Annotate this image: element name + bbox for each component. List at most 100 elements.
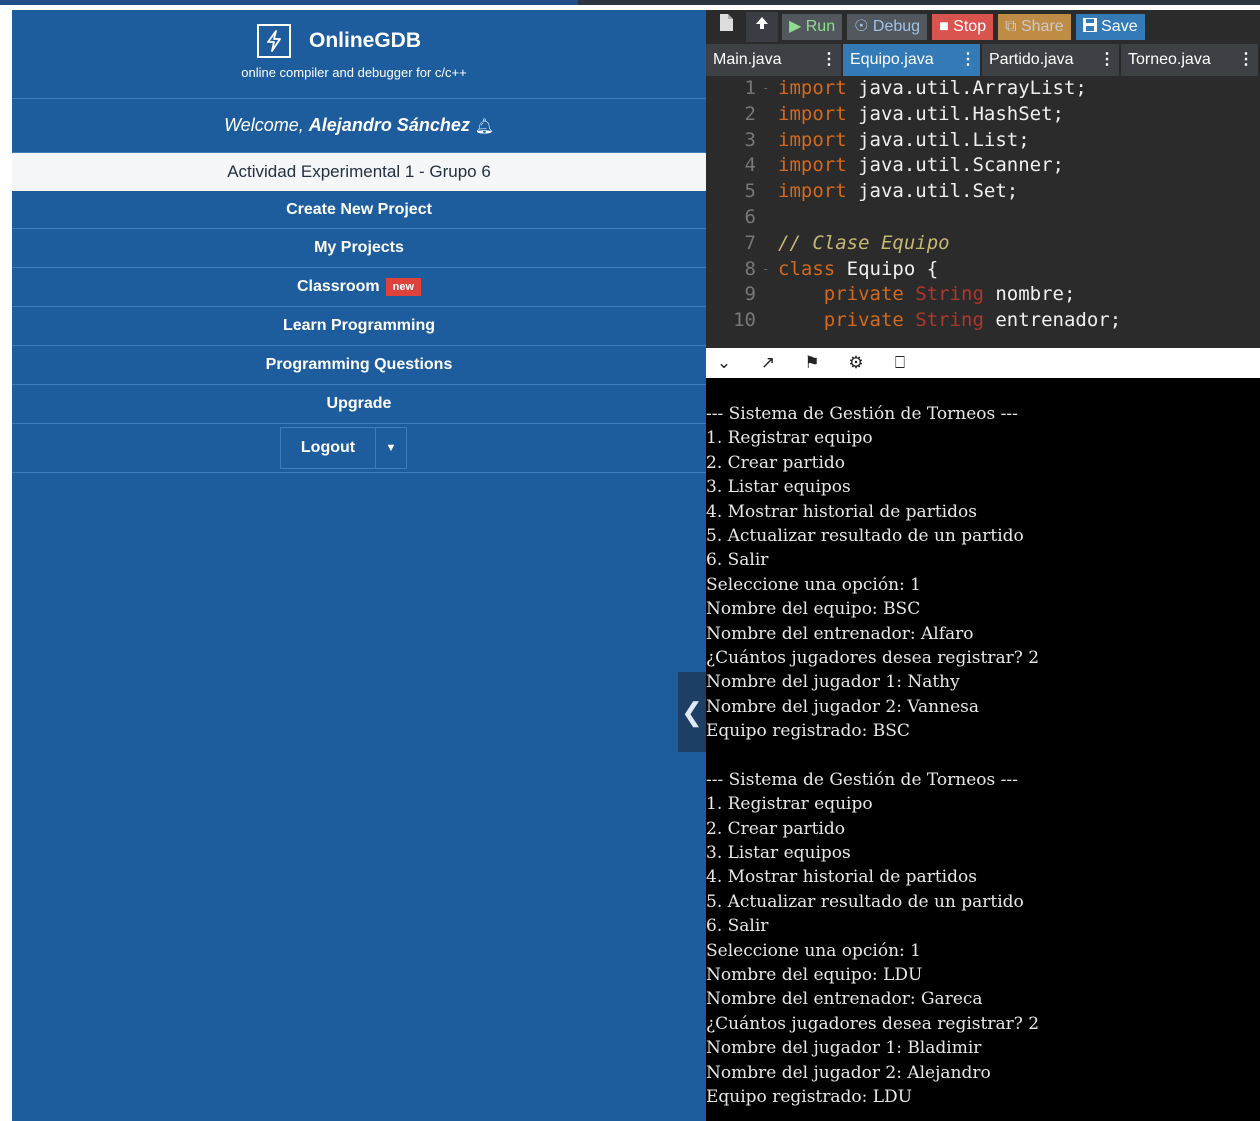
top-strip — [0, 0, 1260, 5]
console-output[interactable]: --- Sistema de Gestión de Torneos --- 1. … — [706, 378, 1260, 1121]
fold-marker[interactable] — [762, 282, 778, 308]
console-text: --- Sistema de Gestión de Torneos --- 1. … — [706, 402, 1039, 1109]
bell-icon[interactable]: 🔔︎ — [475, 118, 494, 135]
code-keyword: private — [823, 309, 904, 332]
console-line: 2. Crear partido — [706, 452, 846, 473]
chevron-down-icon[interactable]: ⌄ — [712, 352, 736, 374]
tab-menu-icon[interactable]: ⋮ — [817, 44, 841, 76]
settings-icon[interactable]: ⚙ — [844, 352, 868, 374]
code-keyword: import — [778, 154, 847, 177]
save-label: Save — [1101, 18, 1138, 35]
line-number: 2 — [744, 102, 756, 125]
share-button[interactable]: ⧉ Share — [998, 14, 1071, 40]
console-line: 4. Mostrar historial de partidos — [706, 867, 977, 888]
sidebar-item-label: Programming Questions — [265, 356, 453, 373]
console-line: Nombre del equipo: BSC — [706, 599, 921, 620]
stop-label: Stop — [953, 18, 987, 35]
line-number: 6 — [744, 205, 756, 228]
logout-group: Logout ▼ — [280, 427, 407, 469]
debug-button[interactable]: ☉ Debug — [847, 14, 928, 40]
sidebar-item-create-new-project[interactable]: Create New Project — [12, 191, 706, 229]
upload-icon[interactable] — [746, 12, 778, 42]
collapse-panel-chevron-left-icon[interactable]: ❮ — [678, 672, 706, 752]
brand-row[interactable]: OnlineGDB — [0, 10, 706, 59]
sidebar-item-programming-questions[interactable]: Programming Questions — [12, 346, 706, 385]
code-line: 4 import java.util.Scanner; — [706, 153, 1260, 179]
sidebar-item-classroom[interactable]: Classroom new — [12, 268, 706, 307]
console-line: 5. Actualizar resultado de un partido — [706, 891, 1024, 912]
sidebar-item-my-projects[interactable]: My Projects — [12, 229, 706, 268]
code-area[interactable]: 1- import java.util.ArrayList; 2 import jav… — [706, 76, 1260, 348]
tab-label: Equipo.java — [850, 51, 934, 68]
code-line: 8- class Equipo { — [706, 257, 1260, 283]
console-line: --- Sistema de Gestión de Torneos --- — [706, 769, 1018, 790]
tab-menu-icon[interactable]: ⋮ — [1234, 44, 1258, 76]
tab-partido-java[interactable]: Partido.java ⋮ — [982, 44, 1121, 76]
fold-marker[interactable] — [762, 128, 778, 154]
console-line: Nombre del entrenador: Gareca — [706, 989, 983, 1010]
code-keyword: import — [778, 180, 847, 203]
fold-marker[interactable] — [762, 102, 778, 128]
save-button[interactable]: Save — [1075, 14, 1145, 40]
code-keyword: import — [778, 102, 847, 125]
code-comment: // Clase Equipo — [778, 231, 950, 254]
file-icon[interactable] — [710, 12, 742, 42]
fold-marker[interactable] — [762, 231, 778, 257]
console-line: 1. Registrar equipo — [706, 794, 873, 815]
console-line: --- Sistema de Gestión de Torneos --- — [706, 404, 1018, 424]
fold-marker[interactable] — [762, 308, 778, 334]
welcome-prefix: Welcome, — [224, 115, 309, 135]
console-line: Nombre del jugador 1: Nathy — [706, 672, 960, 693]
code-keyword: private — [823, 283, 904, 306]
expand-icon[interactable]: ↗ — [756, 352, 780, 374]
tab-menu-icon[interactable]: ⋮ — [956, 44, 980, 76]
console-line: Equipo registrado: LDU — [706, 1086, 913, 1107]
logout-dropdown-caret-icon[interactable]: ▼ — [376, 428, 406, 468]
line-number: 5 — [744, 180, 756, 203]
fold-marker[interactable] — [762, 153, 778, 179]
user-name[interactable]: Alejandro Sánchez — [309, 115, 470, 135]
console-line: Nombre del entrenador: Alfaro — [706, 623, 974, 644]
lightning-logo-icon — [256, 24, 291, 58]
console-line: 3. Listar equipos — [706, 843, 851, 864]
code-line: 3 import java.util.List; — [706, 128, 1260, 154]
sidebar-item-label: Classroom — [296, 278, 380, 295]
code-type: String — [903, 309, 984, 332]
code-text: java.util.Scanner; — [846, 154, 1064, 177]
fold-marker[interactable]: - — [762, 257, 778, 283]
code-text: Equipo { — [835, 257, 939, 280]
sidebar-item-label: Upgrade — [326, 395, 392, 412]
console-line: 3. Listar equipos — [706, 477, 851, 498]
console-line: 6. Salir — [706, 550, 769, 571]
fold-marker[interactable] — [762, 179, 778, 205]
project-name[interactable]: Actividad Experimental 1 - Grupo 6 — [12, 153, 706, 191]
line-number: 3 — [744, 128, 756, 151]
sidebar: OnlineGDB online compiler and debugger f… — [12, 10, 706, 1121]
code-line: 5 import java.util.Set; — [706, 179, 1260, 205]
file-tabs: Main.java ⋮ Equipo.java ⋮ Partido.java ⋮ Torne… — [706, 44, 1260, 76]
logout-button[interactable]: Logout — [281, 428, 376, 468]
console-toolbar: ⌄ ↗ ⚑ ⚙ ⎕ — [706, 348, 1260, 378]
sidebar-item-learn-programming[interactable]: Learn Programming — [12, 307, 706, 346]
sidebar-item-upgrade[interactable]: Upgrade — [12, 385, 706, 424]
run-button[interactable]: ▶ Run — [782, 14, 843, 40]
fold-marker[interactable]: - — [762, 76, 778, 102]
stop-button[interactable]: ■ Stop — [932, 14, 994, 40]
tab-label: Torneo.java — [1128, 51, 1211, 68]
run-label: Run — [805, 18, 836, 35]
sidebar-nav: Create New Project My Projects Classroom ne… — [12, 191, 706, 424]
console-line: Nombre del equipo: LDU — [706, 964, 923, 985]
pin-icon[interactable]: ⚑ — [800, 352, 824, 374]
sidebar-item-label: Create New Project — [286, 201, 432, 218]
code-text: java.util.HashSet; — [846, 102, 1064, 125]
tab-torneo-java[interactable]: Torneo.java ⋮ — [1121, 44, 1260, 76]
fold-marker[interactable] — [762, 205, 778, 231]
tab-equipo-java[interactable]: Equipo.java ⋮ — [843, 44, 982, 76]
clear-icon[interactable]: ⎕ — [888, 352, 912, 374]
tab-menu-icon[interactable]: ⋮ — [1095, 44, 1119, 76]
tab-main-java[interactable]: Main.java ⋮ — [706, 44, 843, 76]
console-line: Seleccione una opción: 1 — [706, 574, 921, 595]
code-line: 1- import java.util.ArrayList; — [706, 76, 1260, 102]
